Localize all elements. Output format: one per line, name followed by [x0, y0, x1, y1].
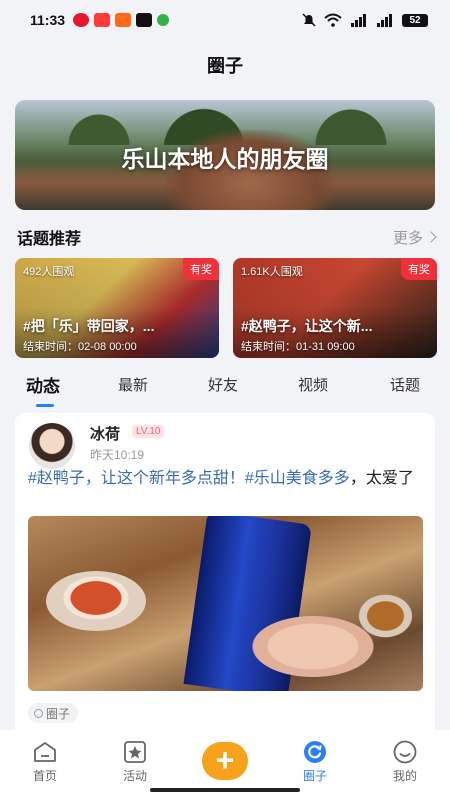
nav-circle[interactable]: 圈子 [270, 740, 360, 784]
topic-viewers: 1.61K人围观 [241, 266, 303, 278]
banner-text: 乐山本地人的朋友圈 [121, 146, 329, 172]
tab-dynamic[interactable]: 动态 [26, 372, 118, 407]
post-card[interactable]: 冰荷 LV.10 昨天10:19 #赵鸭子，让这个新年多点甜！#乐山美食多多，太… [15, 413, 435, 743]
app-notification-icon [94, 13, 111, 27]
topic-name: #赵鸭子，让这个新... [241, 318, 373, 334]
circle-tag-label: 圈子 [46, 706, 71, 721]
post-image[interactable] [28, 516, 423, 691]
tab-latest[interactable]: 最新 [118, 374, 208, 395]
tab-topics[interactable]: 话题 [390, 374, 420, 395]
topic-viewers: 492人围观 [23, 266, 75, 278]
page-title: 圈子 [207, 56, 243, 76]
wifi-icon [324, 13, 342, 27]
nav-home[interactable]: 首页 [0, 740, 90, 784]
chevron-right-icon [425, 231, 437, 243]
more-button[interactable]: 更多 [392, 227, 437, 248]
banner[interactable]: 乐山本地人的朋友圈 [15, 100, 435, 210]
mute-icon [302, 13, 316, 27]
status-time: 11:33 [30, 12, 66, 28]
tab-video[interactable]: 视频 [298, 374, 390, 395]
nav-label: 首页 [32, 769, 57, 783]
signal-icon [377, 13, 392, 27]
tiktok-icon [136, 13, 153, 27]
topic-end-time: 结束时间：02-08 00:00 [23, 341, 137, 353]
nav-label: 活动 [122, 769, 147, 783]
plus-icon: + [202, 742, 248, 780]
profile-icon [392, 740, 418, 764]
nav-label: 我的 [392, 769, 417, 783]
post-time: 昨天10:19 [90, 448, 145, 462]
topics-title: 话题推荐 [17, 231, 82, 248]
topic-card[interactable]: 492人围观 有奖 #把「乐」带回家，... 结束时间：02-08 00:00 [15, 258, 219, 358]
topics-header: 话题推荐 更多 [17, 226, 437, 248]
post-body: ，太爱了 [349, 470, 414, 487]
battery-icon: 52 [402, 13, 428, 27]
post-text: #赵鸭子，让这个新年多点甜！#乐山美食多多，太爱了 [28, 467, 424, 491]
tab-indicator [36, 403, 54, 407]
home-indicator [150, 788, 300, 792]
circle-icon [302, 740, 328, 764]
hashtag-link[interactable]: #乐山美食多多 [245, 470, 350, 487]
activity-icon [122, 740, 148, 764]
avatar[interactable] [29, 423, 75, 469]
hashtag-link[interactable]: #赵鸭子，让这个新年多点甜！ [28, 470, 245, 487]
home-icon [32, 740, 58, 764]
topic-card[interactable]: 1.61K人围观 有奖 #赵鸭子，让这个新... 结束时间：01-31 09:0… [233, 258, 437, 358]
circle-tag-icon [34, 708, 43, 718]
post-username[interactable]: 冰荷 [90, 423, 120, 444]
shield-icon [157, 14, 170, 26]
reward-badge: 有奖 [183, 258, 219, 280]
reward-badge: 有奖 [401, 258, 437, 280]
tab-friends[interactable]: 好友 [208, 374, 298, 395]
feed-tabs: 动态 最新 好友 视频 话题 [0, 366, 450, 407]
weibo-icon [73, 13, 90, 27]
nav-profile[interactable]: 我的 [360, 740, 450, 784]
status-bar: 11:33 52 [0, 0, 450, 40]
topic-name: #把「乐」带回家，... [23, 318, 155, 334]
nav-post[interactable]: + [180, 740, 270, 780]
nav-activity[interactable]: 活动 [90, 740, 180, 784]
app-notification-icon [115, 13, 132, 27]
signal-icon [351, 13, 366, 27]
more-label: 更多 [392, 229, 423, 247]
status-indicators: 52 [302, 13, 428, 27]
circle-tag[interactable]: 圈子 [28, 703, 79, 723]
level-badge: LV.10 [132, 425, 165, 438]
topic-end-time: 结束时间：01-31 09:00 [241, 341, 355, 353]
nav-label: 圈子 [302, 769, 327, 783]
